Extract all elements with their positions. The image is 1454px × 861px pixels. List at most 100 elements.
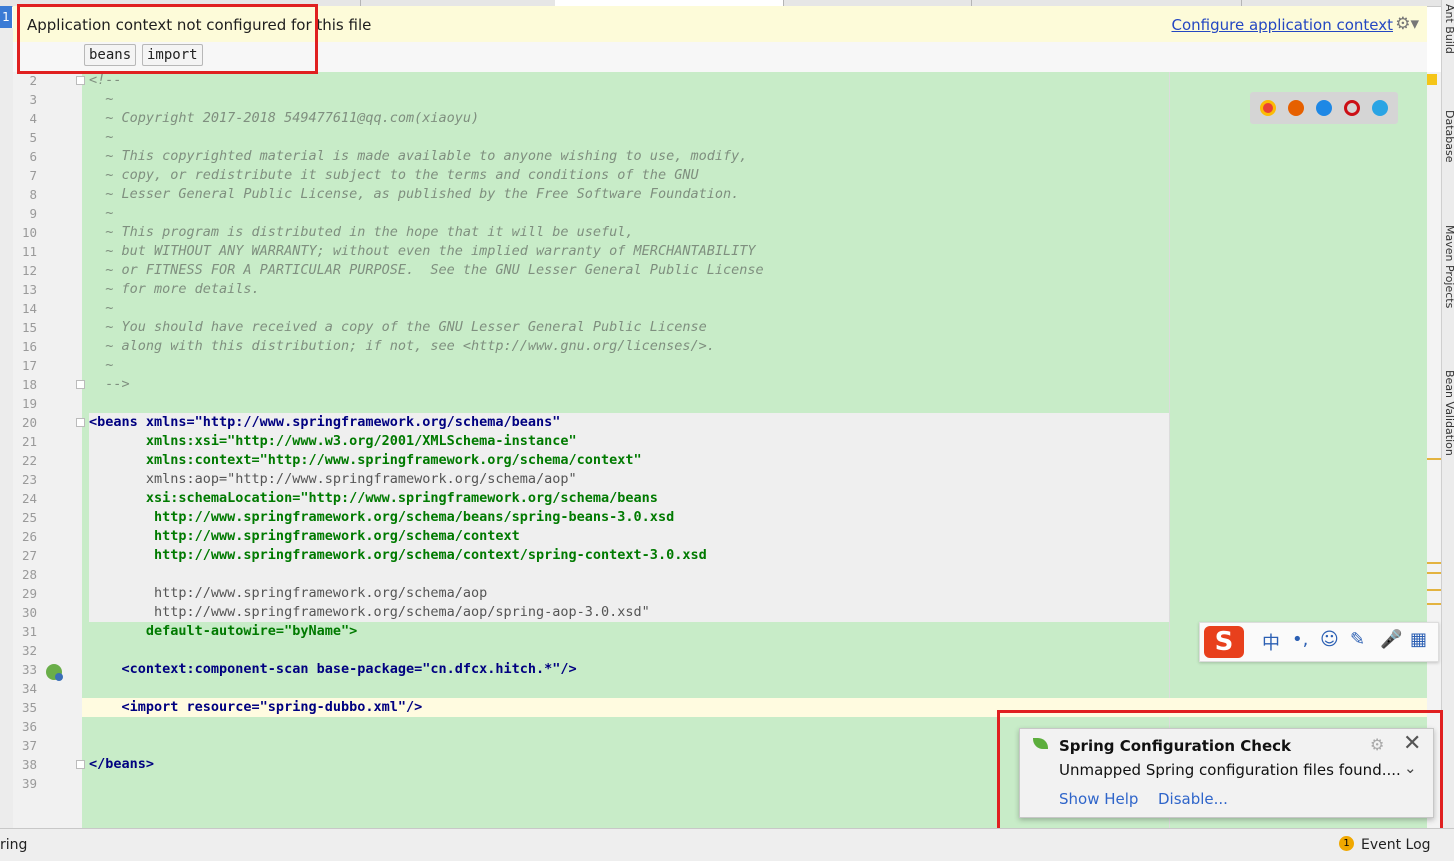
- status-bar: ring 1 Event Log: [0, 828, 1454, 861]
- code-line[interactable]: ~ but WITHOUT ANY WARRANTY; without even…: [89, 242, 755, 261]
- line-number: 31: [21, 624, 37, 639]
- line-number: 24: [21, 491, 37, 506]
- microphone-icon[interactable]: 🎤: [1380, 629, 1402, 650]
- left-tool-strip: [0, 28, 14, 828]
- line-number: 27: [21, 548, 37, 563]
- handwriting-icon[interactable]: ✎: [1350, 629, 1365, 650]
- code-line[interactable]: default-autowire="byName">: [89, 622, 357, 641]
- line-number: 13: [21, 282, 37, 297]
- code-line[interactable]: xmlns:xsi="http://www.w3.org/2001/XMLSch…: [89, 432, 577, 451]
- line-number: 23: [21, 472, 37, 487]
- tool-maven-projects[interactable]: Maven Projects: [1443, 225, 1454, 308]
- ie-icon[interactable]: [1372, 100, 1388, 116]
- code-line[interactable]: http://www.springframework.org/schema/co…: [89, 527, 520, 546]
- emoji-icon[interactable]: ☺: [1320, 629, 1339, 650]
- line-number: 11: [21, 244, 37, 259]
- code-line[interactable]: ~: [89, 299, 113, 318]
- code-line[interactable]: xsi:schemaLocation="http://www.springfra…: [89, 489, 658, 508]
- code-line[interactable]: http://www.springframework.org/schema/ao…: [89, 603, 650, 622]
- scroll-marker[interactable]: [1427, 562, 1441, 564]
- sogou-logo-icon[interactable]: S: [1204, 626, 1244, 658]
- line-number: 9: [29, 206, 37, 221]
- line-number: 34: [21, 681, 37, 696]
- line-number: 39: [21, 776, 37, 791]
- line-number: 7: [29, 168, 37, 183]
- line-number: 4: [29, 111, 37, 126]
- browser-preview-bar: [1250, 92, 1398, 124]
- highlight-box-notification: [997, 710, 1443, 831]
- code-line[interactable]: <import resource="spring-dubbo.xml"/>: [89, 698, 423, 717]
- code-line[interactable]: http://www.springframework.org/schema/ao…: [89, 584, 487, 603]
- code-line[interactable]: ~ You should have received a copy of the…: [89, 318, 706, 337]
- line-number: 3: [29, 92, 37, 107]
- configure-context-link[interactable]: Configure application context: [1171, 16, 1393, 34]
- code-line[interactable]: http://www.springframework.org/schema/be…: [89, 508, 674, 527]
- line-number: 22: [21, 453, 37, 468]
- line-number: 16: [21, 339, 37, 354]
- code-line[interactable]: xmlns:aop="http://www.springframework.or…: [89, 470, 577, 489]
- gear-dropdown-icon[interactable]: ⚙▾: [1395, 14, 1419, 34]
- scroll-marker[interactable]: [1427, 572, 1441, 574]
- line-number: 5: [29, 130, 37, 145]
- code-line[interactable]: ~: [89, 204, 113, 223]
- spring-bean-gutter-icon-overlay: [55, 673, 63, 681]
- safari-icon[interactable]: [1316, 100, 1332, 116]
- code-line[interactable]: -->: [89, 375, 129, 394]
- tool-ant-build[interactable]: Ant Build: [1443, 4, 1454, 54]
- inspection-status-icon[interactable]: [1427, 74, 1437, 85]
- ime-punctuation-icon[interactable]: •,: [1292, 629, 1308, 650]
- project-tool-corner[interactable]: 1: [0, 6, 12, 28]
- event-count-badge: 1: [1339, 836, 1354, 851]
- code-line[interactable]: ~: [89, 128, 113, 147]
- line-number: 36: [21, 719, 37, 734]
- scroll-marker[interactable]: [1427, 458, 1441, 460]
- toolbox-grid-icon[interactable]: ▦: [1410, 629, 1427, 650]
- firefox-icon[interactable]: [1288, 100, 1304, 116]
- scroll-marker[interactable]: [1427, 589, 1441, 591]
- tool-database[interactable]: Database: [1443, 110, 1454, 163]
- tag-highlight: [89, 565, 1169, 584]
- fold-marker-icon[interactable]: [76, 760, 85, 769]
- code-line[interactable]: ~ Lesser General Public License, as publ…: [89, 185, 739, 204]
- code-line[interactable]: <beans xmlns="http://www.springframework…: [89, 413, 560, 432]
- code-line[interactable]: ~ Copyright 2017-2018 549477611@qq.com(x…: [89, 109, 479, 128]
- code-line[interactable]: ~ along with this distribution; if not, …: [89, 337, 715, 356]
- line-number: 20: [21, 415, 37, 430]
- fold-marker-icon[interactable]: [76, 418, 85, 427]
- code-line[interactable]: ~ This copyrighted material is made avai…: [89, 147, 747, 166]
- line-number: 38: [21, 757, 37, 772]
- tool-bean-validation[interactable]: Bean Validation: [1443, 370, 1454, 456]
- opera-icon[interactable]: [1344, 100, 1360, 116]
- line-number: 18: [21, 377, 37, 392]
- scroll-marker[interactable]: [1427, 603, 1441, 605]
- code-line[interactable]: ~: [89, 356, 113, 375]
- code-line[interactable]: xmlns:context="http://www.springframewor…: [89, 451, 642, 470]
- line-number: 35: [21, 700, 37, 715]
- line-number: 29: [21, 586, 37, 601]
- event-log-button[interactable]: Event Log: [1361, 837, 1431, 853]
- line-number: 15: [21, 320, 37, 335]
- code-line[interactable]: ~: [89, 90, 113, 109]
- code-line[interactable]: </beans>: [89, 755, 154, 774]
- code-line[interactable]: ~ or FITNESS FOR A PARTICULAR PURPOSE. S…: [89, 261, 763, 280]
- line-number: 21: [21, 434, 37, 449]
- line-number: 17: [21, 358, 37, 373]
- line-number: 14: [21, 301, 37, 316]
- line-number: 8: [29, 187, 37, 202]
- fold-marker-icon[interactable]: [76, 380, 85, 389]
- code-line[interactable]: ~ copy, or redistribute it subject to th…: [89, 166, 698, 185]
- ime-chinese-mode[interactable]: 中: [1262, 629, 1280, 655]
- line-number: 19: [21, 396, 37, 411]
- code-line[interactable]: <context:component-scan base-package="cn…: [89, 660, 577, 679]
- line-number: 33: [21, 662, 37, 677]
- chrome-icon[interactable]: [1260, 100, 1276, 116]
- code-line[interactable]: ~ This program is distributed in the hop…: [89, 223, 633, 242]
- line-number: 28: [21, 567, 37, 582]
- fold-marker-icon[interactable]: [76, 76, 85, 85]
- code-line[interactable]: ~ for more details.: [89, 280, 259, 299]
- line-number: 25: [21, 510, 37, 525]
- highlight-box-banner: [17, 4, 318, 74]
- code-line[interactable]: http://www.springframework.org/schema/co…: [89, 546, 707, 565]
- line-number: 32: [21, 643, 37, 658]
- line-number: 10: [21, 225, 37, 240]
